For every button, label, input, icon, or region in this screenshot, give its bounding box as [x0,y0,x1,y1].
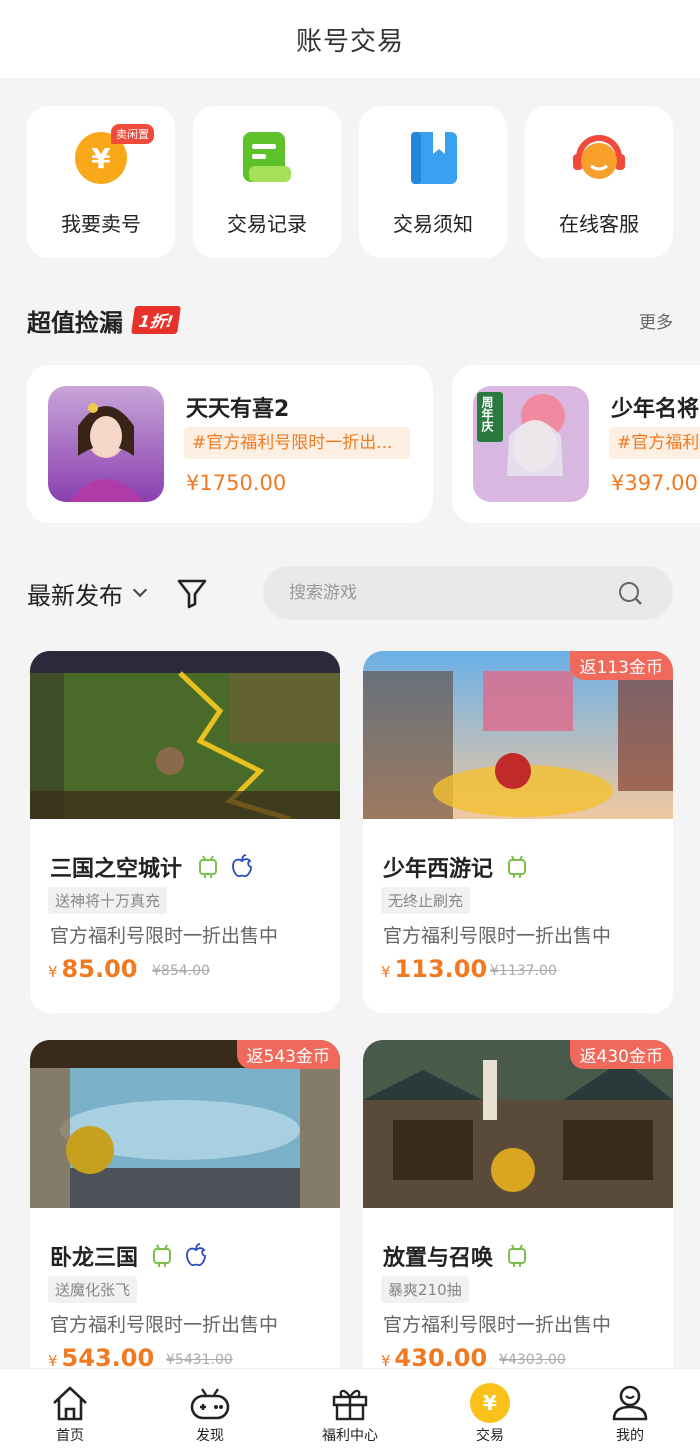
android-icon [508,855,526,878]
listing-card[interactable]: 三国之空城计 送神将十万真充 官方福利号限时一折出售中 ¥85.00 ¥854.… [30,651,340,1013]
game-screenshot: 返543金币 [30,1040,340,1208]
deal-price: ¥1750.00 [186,471,287,495]
tab-label: 福利中心 [322,1428,378,1444]
apple-icon [232,854,252,878]
listing-game-name: 放置与召唤 [383,1246,494,1271]
listing-description: 官方福利号限时一折出售中 [383,925,612,947]
listing-description: 官方福利号限时一折出售中 [383,1314,612,1336]
listing-original-price: ¥4303.00 [499,1352,566,1368]
sell-badge: 卖闲置 [111,124,154,144]
quick-actions: ¥ 卖闲置 我要卖号 交易记录 交易须知 在线客服 [27,106,673,258]
thumb-anniversary-text: 周年庆 [480,396,494,432]
android-icon [199,855,217,878]
listing-tag: 无终止刷充 [381,887,471,914]
online-support-button[interactable]: 在线客服 [525,106,673,258]
bottom-tab-bar: 首页 发现 福利中心 ¥ 交易 我的 [0,1368,700,1454]
game-screenshot: 返430金币 [363,1040,673,1208]
deal-card[interactable]: 周年庆 少年名将 #官方福利 ¥397.00 [452,365,700,523]
more-link[interactable]: 更多 [639,308,673,333]
listing-original-price: ¥5431.00 [166,1352,233,1368]
android-icon [508,1244,526,1267]
listing-description: 官方福利号限时一折出售中 [50,1314,279,1336]
rebate-badge: 返543金币 [236,1040,340,1069]
listing-tag: 送魔化张飞 [48,1276,138,1303]
filter-icon[interactable] [175,576,209,610]
deal-game-name: 天天有喜2 [186,397,290,422]
yen-coin-icon: ¥ 卖闲置 [71,124,154,188]
deals-carousel[interactable]: 天天有喜2 #官方福利号限时一折出... ¥1750.00 周年庆 少年名将 #… [27,365,700,525]
android-icon [153,1244,171,1267]
deal-price: ¥397.00 [611,471,698,495]
section-title: 超值捡漏 [27,308,123,337]
tab-trade[interactable]: ¥ 交易 [420,1369,560,1454]
deal-card[interactable]: 天天有喜2 #官方福利号限时一折出... ¥1750.00 [27,365,433,523]
tab-label: 交易 [476,1428,504,1444]
search-icon[interactable] [617,580,643,606]
listing-card[interactable]: 返113金币 少年西游记 无终止刷充 官方福利号限时一折出售中 ¥113.00 … [363,651,673,1013]
listing-original-price: ¥854.00 [152,963,210,979]
listing-card[interactable]: 返430金币 放置与召唤 暴爽210抽 官方福利号限时一折出售中 ¥430.00… [363,1040,673,1402]
currency-symbol: ¥ [381,963,391,981]
search-bar[interactable] [263,566,673,620]
gamepad-icon [190,1388,230,1420]
tab-home[interactable]: 首页 [0,1369,140,1454]
home-icon [53,1386,87,1421]
deal-tag: #官方福利 [609,427,700,459]
rebate-badge: 返113金币 [569,651,673,680]
listing-game-name: 卧龙三国 [50,1246,139,1271]
listing-price-value: 85.00 [61,955,138,983]
user-icon [612,1385,648,1421]
page-title: 账号交易 [295,26,404,57]
deals-header: 超值捡漏 1折! 更多 [27,300,673,340]
tab-label: 我的 [616,1428,644,1444]
quick-action-label: 交易记录 [227,212,307,236]
listing-tag: 送神将十万真充 [48,887,168,914]
yen-coin-icon: ¥ [470,1383,510,1423]
record-scroll-icon [237,128,297,188]
listing-price-value: 113.00 [394,955,488,983]
tab-mine[interactable]: 我的 [560,1369,700,1454]
headset-agent-icon [569,128,629,188]
currency-symbol: ¥ [48,963,58,981]
app-header: 账号交易 [0,0,700,78]
tab-discover[interactable]: 发现 [140,1369,280,1454]
gift-icon [332,1389,368,1421]
listing-original-price: ¥1137.00 [490,963,557,979]
tab-welfare-center[interactable]: 福利中心 [280,1369,420,1454]
tab-label: 首页 [56,1428,84,1444]
tab-label: 发现 [196,1428,224,1444]
discount-badge: 1折! [131,306,182,334]
listing-price: ¥113.00 [381,955,487,983]
game-screenshot [30,651,340,819]
deal-game-name: 少年名将 [611,397,700,422]
game-thumbnail [48,386,164,502]
game-screenshot: 返113金币 [363,651,673,819]
listing-game-name: 三国之空城计 [50,857,183,882]
listing-price: ¥85.00 [48,955,137,983]
quick-action-label: 在线客服 [559,212,639,236]
apple-icon [186,1243,206,1267]
quick-action-label: 我要卖号 [61,212,141,236]
rebate-badge: 返430金币 [569,1040,673,1069]
chevron-down-icon[interactable] [132,582,148,598]
deal-tag: #官方福利号限时一折出... [184,427,410,459]
listing-tag: 暴爽210抽 [381,1276,469,1303]
game-thumbnail: 周年庆 [473,386,589,502]
listing-description: 官方福利号限时一折出售中 [50,925,279,947]
bookmark-book-icon [403,128,463,188]
sell-account-button[interactable]: ¥ 卖闲置 我要卖号 [27,106,175,258]
listing-card[interactable]: 返543金币 卧龙三国 送魔化张飞 官方福利号限时一折出售中 ¥543.00 ¥… [30,1040,340,1402]
trade-notice-button[interactable]: 交易须知 [359,106,507,258]
trade-records-button[interactable]: 交易记录 [193,106,341,258]
listing-game-name: 少年西游记 [383,857,494,882]
filter-bar: 最新发布 [27,566,673,620]
search-input[interactable] [289,566,589,620]
quick-action-label: 交易须知 [393,212,473,236]
sort-dropdown[interactable]: 最新发布 [27,576,123,611]
